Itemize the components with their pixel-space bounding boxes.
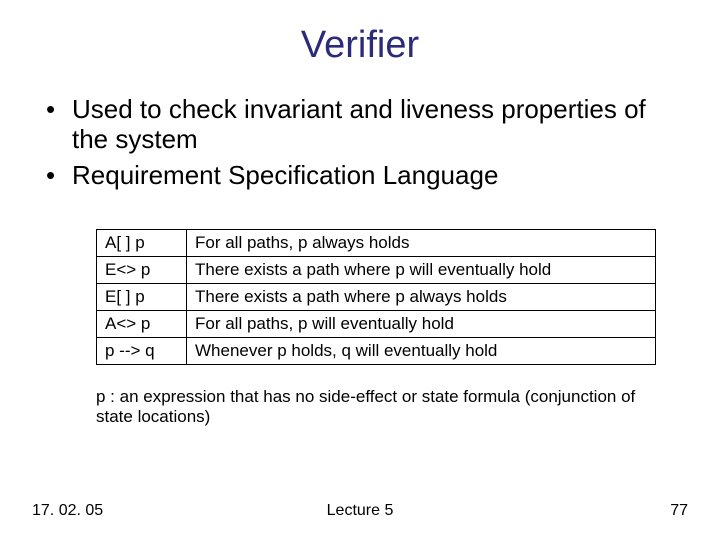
table-row: E[ ] p There exists a path where p alway… (97, 283, 656, 310)
bullet-list: Used to check invariant and liveness pro… (46, 95, 680, 191)
slide-title: Verifier (40, 24, 680, 67)
footer-page: 77 (670, 502, 688, 520)
table-row: E<> p There exists a path where p will e… (97, 256, 656, 283)
operator-cell: E<> p (97, 256, 187, 283)
description-cell: Whenever p holds, q will eventually hold (187, 337, 656, 364)
operator-cell: p --> q (97, 337, 187, 364)
operator-cell: E[ ] p (97, 283, 187, 310)
footer-lecture: Lecture 5 (0, 502, 720, 520)
operator-cell: A<> p (97, 310, 187, 337)
bullet-item: Used to check invariant and liveness pro… (46, 95, 680, 155)
table-row: A[ ] p For all paths, p always holds (97, 229, 656, 256)
note-text: p : an expression that has no side-effec… (96, 387, 656, 428)
operators-table-wrap: A[ ] p For all paths, p always holds E<>… (96, 229, 656, 365)
description-cell: There exists a path where p will eventua… (187, 256, 656, 283)
description-cell: For all paths, p will eventually hold (187, 310, 656, 337)
operator-cell: A[ ] p (97, 229, 187, 256)
slide: Verifier Used to check invariant and liv… (0, 0, 720, 540)
description-cell: There exists a path where p always holds (187, 283, 656, 310)
footer: 17. 02. 05 Lecture 5 77 (0, 500, 720, 520)
table-row: A<> p For all paths, p will eventually h… (97, 310, 656, 337)
operators-table: A[ ] p For all paths, p always holds E<>… (96, 229, 656, 365)
bullet-item: Requirement Specification Language (46, 161, 680, 191)
table-row: p --> q Whenever p holds, q will eventua… (97, 337, 656, 364)
description-cell: For all paths, p always holds (187, 229, 656, 256)
